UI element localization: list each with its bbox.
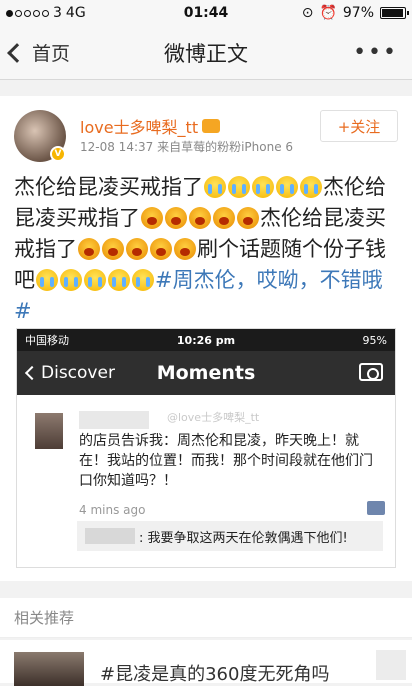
comment-more-icon xyxy=(367,501,385,515)
screenshot-time: 10:26 pm xyxy=(176,333,236,347)
crying-emoji-icon xyxy=(132,269,154,291)
related-item[interactable]: #昆凌是真的360度无死角吗 xyxy=(0,640,412,686)
related-thumbnail xyxy=(14,652,84,686)
shouting-emoji-icon xyxy=(174,238,196,260)
camera-icon xyxy=(359,363,383,381)
moment-comment: : 我要争取这两天在伦敦偶遇下他们! xyxy=(77,521,383,551)
lock-rotation-icon: ⊙ xyxy=(301,5,314,21)
shouting-emoji-icon xyxy=(102,238,124,260)
comment-text: : 我要争取这两天在伦敦偶遇下他们! xyxy=(139,530,348,546)
post-text: 杰伦给昆凌买戒指了 杰伦给昆凌买戒指了 杰伦给昆凌买戒指了 刷个话题随个份子钱吧 #周杰… xyxy=(14,172,398,327)
more-button[interactable]: ••• xyxy=(353,40,398,65)
shouting-emoji-icon xyxy=(126,238,148,260)
crying-emoji-icon xyxy=(36,269,58,291)
chevron-left-icon xyxy=(7,42,27,63)
weibo-post: V love士多啤梨_tt 12-08 14:37 来自草莓的粉粉iPhone … xyxy=(0,96,412,581)
crying-emoji-icon xyxy=(276,176,298,198)
shouting-emoji-icon xyxy=(237,207,259,229)
follow-button[interactable]: +关注 xyxy=(320,110,398,142)
crying-emoji-icon xyxy=(300,176,322,198)
back-button[interactable]: 首页 xyxy=(7,39,71,66)
crying-emoji-icon xyxy=(108,269,130,291)
crying-emoji-icon xyxy=(60,269,82,291)
crying-emoji-icon xyxy=(252,176,274,198)
alarm-icon: ⏰ xyxy=(319,5,337,21)
crying-emoji-icon xyxy=(84,269,106,291)
screenshot-status-bar: 中国移动 10:26 pm 95% xyxy=(17,329,395,351)
username-row: love士多啤梨_tt xyxy=(80,114,221,138)
post-meta: 12-08 14:37 来自草莓的粉粉iPhone 6 xyxy=(80,140,294,154)
crying-emoji-icon xyxy=(228,176,250,198)
shouting-emoji-icon xyxy=(141,207,163,229)
battery-icon xyxy=(380,7,409,19)
verified-badge-icon: V xyxy=(50,146,66,162)
shouting-emoji-icon xyxy=(150,238,172,260)
back-label: 首页 xyxy=(32,43,71,65)
moment-avatar xyxy=(35,413,63,449)
crying-emoji-icon xyxy=(204,176,226,198)
status-right: ⊙ ⏰ 97% xyxy=(301,5,409,21)
related-header: 相关推荐 xyxy=(0,598,412,638)
username[interactable]: love士多啤梨_tt xyxy=(80,114,198,138)
watermark: @love士多啤梨_tt xyxy=(167,411,260,424)
shouting-emoji-icon xyxy=(165,207,187,229)
moment-time: 4 mins ago xyxy=(79,503,146,517)
status-bar: 3 4G 01:44 ⊙ ⏰ 97% xyxy=(0,0,412,26)
shouting-emoji-icon xyxy=(213,207,235,229)
screenshot-battery: 95% xyxy=(362,333,387,347)
post-text-line-1: 杰伦给昆凌买戒指了 xyxy=(14,175,203,199)
shouting-emoji-icon xyxy=(189,207,211,229)
attached-screenshot[interactable]: 中国移动 10:26 pm 95% Discover Moments @love… xyxy=(16,328,396,568)
related-side-image xyxy=(376,650,406,680)
vip-crown-icon xyxy=(202,119,221,133)
blurred-name xyxy=(79,411,149,429)
shouting-emoji-icon xyxy=(78,238,100,260)
screenshot-nav-bar: Discover Moments xyxy=(17,351,395,395)
related-title: #昆凌是真的360度无死角吗 xyxy=(100,664,330,685)
moment-entry: @love士多啤梨_tt 的店员告诉我：周杰伦和昆凌，昨天晚上！就在！我站的位置… xyxy=(17,395,395,567)
screenshot-title: Moments xyxy=(156,362,256,384)
moment-text: 的店员告诉我：周杰伦和昆凌，昨天晚上！就在！我站的位置！而我！那个时间段就在他们… xyxy=(79,433,373,489)
battery-percent: 97% xyxy=(342,5,374,21)
follow-label: +关注 xyxy=(337,117,381,136)
blurred-commenter xyxy=(85,528,135,544)
navigation-bar: 首页 微博正文 ••• xyxy=(0,26,412,80)
